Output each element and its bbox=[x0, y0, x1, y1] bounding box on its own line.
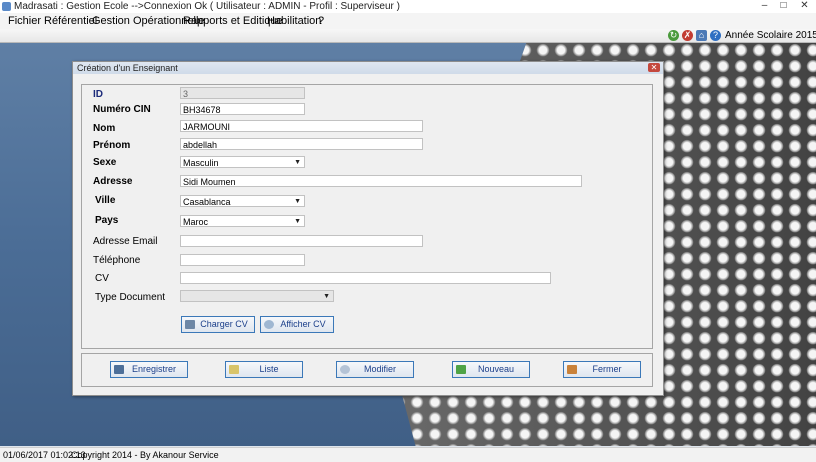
label-ville: Ville bbox=[95, 195, 116, 206]
cin-field[interactable]: BH34678 bbox=[180, 103, 305, 115]
refresh-icon[interactable]: ↻ bbox=[668, 30, 679, 41]
cv-field[interactable] bbox=[180, 272, 551, 284]
school-year: Année Scolaire 2015-2016 bbox=[725, 30, 816, 41]
maximize-icon[interactable]: □ bbox=[774, 0, 793, 12]
dialog-title-bar: Création d'un Enseignant ✕ bbox=[73, 62, 663, 74]
status-copyright: Copyright 2014 - By Akanour Service bbox=[71, 450, 219, 460]
close-window-icon[interactable]: ✕ bbox=[795, 0, 814, 12]
ville-select[interactable]: Casablanca ▼ bbox=[180, 195, 305, 207]
dialog-close-icon[interactable]: ✕ bbox=[648, 63, 660, 72]
adresse-field[interactable]: Sidi Moumen bbox=[180, 175, 582, 187]
label-cin: Numéro CIN bbox=[93, 104, 151, 115]
prenom-field[interactable]: abdellah bbox=[180, 138, 423, 150]
type-document-select[interactable]: ▼ bbox=[180, 290, 334, 302]
disconnect-icon[interactable]: ✗ bbox=[682, 30, 693, 41]
chevron-down-icon: ▼ bbox=[294, 159, 301, 166]
label-prenom: Prénom bbox=[93, 140, 131, 151]
label-sexe: Sexe bbox=[93, 157, 117, 168]
menu-habilitation[interactable]: Habilitation bbox=[267, 15, 321, 27]
chevron-down-icon: ▼ bbox=[294, 218, 301, 225]
pays-select[interactable]: Maroc ▼ bbox=[180, 215, 305, 227]
label-nom: Nom bbox=[93, 123, 116, 134]
modifier-button[interactable]: Modifier bbox=[336, 361, 414, 378]
liste-button[interactable]: Liste bbox=[225, 361, 303, 378]
nouveau-button[interactable]: Nouveau bbox=[452, 361, 530, 378]
charger-cv-button[interactable]: Charger CV bbox=[181, 316, 255, 333]
window-title: Madrasati : Gestion Ecole -->Connexion O… bbox=[14, 1, 400, 12]
help-icon[interactable]: ? bbox=[710, 30, 721, 41]
form-groupbox: ID 3 Numéro CIN BH34678 Nom JARMOUNI Pré… bbox=[81, 84, 653, 349]
label-cv: CV bbox=[95, 273, 109, 284]
afficher-cv-button[interactable]: Afficher CV bbox=[260, 316, 334, 333]
id-field: 3 bbox=[180, 87, 305, 99]
chevron-down-icon: ▼ bbox=[294, 198, 301, 205]
telephone-field[interactable] bbox=[180, 254, 305, 266]
email-field[interactable] bbox=[180, 235, 423, 247]
sexe-value: Masculin bbox=[183, 158, 219, 168]
actions-groupbox: Enregistrer Liste Modifier Nouveau Ferme… bbox=[81, 353, 653, 387]
nom-field[interactable]: JARMOUNI bbox=[180, 120, 423, 132]
label-email: Adresse Email bbox=[93, 236, 158, 247]
label-type-document: Type Document bbox=[95, 292, 166, 303]
ville-value: Casablanca bbox=[183, 197, 231, 207]
label-id: ID bbox=[93, 89, 103, 100]
toolbar: ↻ ✗ ⌂ ? Année Scolaire 2015-2016 bbox=[0, 29, 816, 43]
sexe-select[interactable]: Masculin ▼ bbox=[180, 156, 305, 168]
fermer-button[interactable]: Fermer bbox=[563, 361, 641, 378]
pays-value: Maroc bbox=[183, 217, 209, 227]
minimize-icon[interactable]: – bbox=[755, 0, 774, 12]
status-bar: 01/06/2017 01:02:13 Copyright 2014 - By … bbox=[0, 447, 816, 462]
label-adresse: Adresse bbox=[93, 176, 133, 187]
menu-fichier[interactable]: Fichier bbox=[8, 15, 41, 27]
home-icon[interactable]: ⌂ bbox=[696, 30, 707, 41]
menu-bar: Fichier Référentiel Gestion Opérationnel… bbox=[0, 13, 816, 30]
dialog-title: Création d'un Enseignant bbox=[77, 63, 178, 73]
chevron-down-icon: ▼ bbox=[323, 293, 330, 300]
label-pays: Pays bbox=[95, 215, 119, 226]
label-telephone: Téléphone bbox=[93, 255, 141, 266]
create-teacher-dialog: Création d'un Enseignant ✕ ID 3 Numéro C… bbox=[72, 61, 664, 396]
window-title-bar: Madrasati : Gestion Ecole -->Connexion O… bbox=[0, 0, 816, 13]
enregistrer-button[interactable]: Enregistrer bbox=[110, 361, 188, 378]
app-icon bbox=[2, 2, 11, 11]
menu-referentiel[interactable]: Référentiel bbox=[44, 15, 97, 27]
menu-help[interactable]: ? bbox=[318, 15, 324, 27]
